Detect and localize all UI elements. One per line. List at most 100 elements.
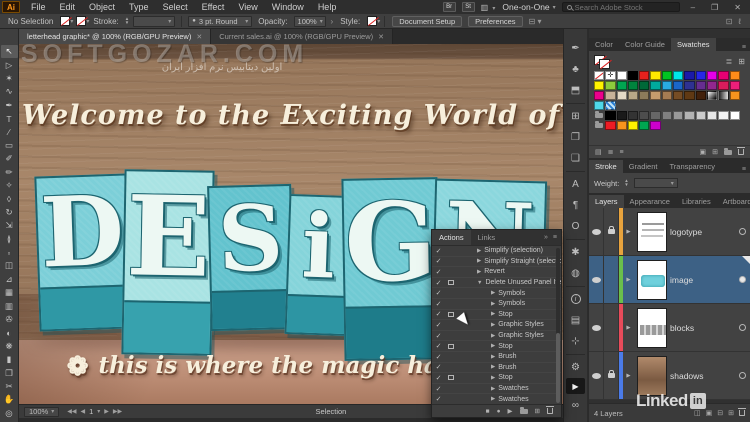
actions-tab-links[interactable]: Links <box>471 230 503 245</box>
menu-object[interactable]: Object <box>82 0 122 14</box>
dialog-toggle[interactable] <box>445 375 457 381</box>
record-icon[interactable]: ● <box>497 408 501 415</box>
swatch-pattern[interactable] <box>605 101 616 110</box>
brushes-panel-icon[interactable]: ✒ <box>565 38 586 58</box>
swatch-color[interactable] <box>695 91 706 100</box>
list-view-icon[interactable]: ≣ <box>726 57 733 66</box>
delete-swatch-icon[interactable] <box>737 147 745 155</box>
bridge-button[interactable]: Br <box>442 2 456 12</box>
visibility-toggle[interactable] <box>589 352 604 399</box>
arrange-documents-icon[interactable]: ▥ ▾ <box>481 3 497 12</box>
swatch-color[interactable] <box>639 71 650 80</box>
swatch-color[interactable] <box>650 91 661 100</box>
swatch-color[interactable] <box>627 81 639 90</box>
expand-layer-icon[interactable]: ▶ <box>623 304 634 351</box>
layer-row-logotype[interactable]: ▶ logotype <box>589 208 750 256</box>
slice-tool[interactable]: ✂ <box>1 380 18 393</box>
swatch-color[interactable] <box>684 111 695 120</box>
stroke-tab-gradient[interactable]: Gradient <box>623 160 664 173</box>
action-row[interactable]: ✓ ▶ Stop <box>432 341 561 352</box>
action-row[interactable]: ✓ ▶ Brush <box>432 363 561 374</box>
dialog-toggle[interactable] <box>445 311 457 317</box>
document-tab-2[interactable]: Current sales.ai @ 100% (RGB/GPU Preview… <box>211 29 394 44</box>
stroke-panel-menu-icon[interactable]: ≡ <box>742 166 750 173</box>
swatch-color[interactable] <box>639 81 650 90</box>
toggle-item-check[interactable]: ✓ <box>432 363 445 371</box>
layer-name[interactable]: blocks <box>670 304 734 351</box>
swatch-color[interactable] <box>639 121 650 130</box>
workspace-switcher[interactable]: One-on-One ▾ <box>502 2 555 12</box>
fill-swatch[interactable] <box>60 16 71 26</box>
lock-toggle[interactable] <box>604 304 619 351</box>
artboard-navigation[interactable]: ◀◀ ◀ 1 ▾ ▶ ▶▶ <box>67 407 122 416</box>
layers-tab-layers[interactable]: Layers <box>589 195 624 208</box>
swatch-color[interactable] <box>695 111 706 120</box>
width-tool[interactable]: ≬ <box>1 232 18 245</box>
new-swatch-icon[interactable]: ⊞ <box>712 148 718 156</box>
toggle-item-check[interactable]: ✓ <box>432 385 445 393</box>
layer-name[interactable]: image <box>670 256 734 303</box>
swatch-color[interactable] <box>729 111 740 120</box>
actions-scrollbar[interactable] <box>556 248 560 403</box>
action-row[interactable]: ✓ ▶ Graphic Styles <box>432 331 561 342</box>
hand-tool[interactable]: ✋ <box>1 393 18 406</box>
swatch-color[interactable] <box>616 91 627 100</box>
minimize-button[interactable]: – <box>686 3 700 12</box>
stop-icon[interactable]: ■ <box>486 408 490 415</box>
scale-tool[interactable]: ⇲ <box>1 219 18 232</box>
swatch-color[interactable] <box>673 81 684 90</box>
new-set-folder-icon[interactable] <box>519 406 528 414</box>
blend-tool[interactable]: ◐ <box>1 326 18 339</box>
action-row[interactable]: ✓▼Delete Unused Panel Items <box>432 278 561 328</box>
swatch-color[interactable] <box>706 111 718 120</box>
swatches-tab-color-guide[interactable]: Color Guide <box>619 38 671 51</box>
target-circle-icon[interactable] <box>738 276 746 283</box>
swatch-color[interactable] <box>627 71 639 80</box>
swatch-registration[interactable]: ✛ <box>605 71 616 80</box>
gpu-performance-icon[interactable]: ℓ <box>735 17 744 26</box>
stroke-weight-field[interactable]: ▾ <box>133 15 176 27</box>
make-mask-icon[interactable]: ▣ <box>706 409 713 417</box>
type-tool[interactable]: T <box>1 112 18 125</box>
swatch-color[interactable] <box>639 91 650 100</box>
free-transform-tool[interactable]: ▫ <box>1 246 18 259</box>
action-row[interactable]: ✓ ▶ Symbols <box>432 288 561 299</box>
toggle-item-check[interactable]: ✓ <box>432 268 445 276</box>
play-icon[interactable]: ▶ <box>508 407 513 415</box>
rectangle-tool[interactable]: ▭ <box>1 139 18 152</box>
line-segment-tool[interactable]: ∕ <box>1 125 18 138</box>
action-row[interactable]: ✓ ▶ Stop <box>432 310 561 321</box>
toggle-item-check[interactable]: ✓ <box>432 257 445 265</box>
swatches-panel-menu-icon[interactable]: ≡ <box>742 44 750 51</box>
visibility-toggle[interactable] <box>589 256 604 303</box>
gradient-tool[interactable]: ▥ <box>1 299 18 312</box>
info-panel-icon[interactable]: i <box>565 289 586 309</box>
shaper-tool[interactable]: ✧ <box>1 179 18 192</box>
perspective-grid-tool[interactable]: ⊿ <box>1 273 18 286</box>
glyphs-panel-icon[interactable]: ✱ <box>565 242 586 262</box>
swatch-color[interactable] <box>650 81 661 90</box>
swatch-color[interactable] <box>684 71 695 80</box>
menu-select[interactable]: Select <box>156 0 195 14</box>
close-tab-icon[interactable]: ✕ <box>378 33 384 41</box>
swatch-color[interactable] <box>695 71 706 80</box>
swatch-color[interactable] <box>706 71 718 80</box>
swatch-gradient[interactable] <box>706 91 718 100</box>
swatches-tab-swatches[interactable]: Swatches <box>670 38 716 51</box>
weight-field[interactable]: ▾ <box>633 178 678 188</box>
swatch-group-folder[interactable] <box>594 111 604 120</box>
swatch-color[interactable] <box>639 111 650 120</box>
toggle-item-check[interactable]: ✓ <box>432 332 445 340</box>
toggle-item-check[interactable]: ✓ <box>432 289 445 297</box>
swatch-color[interactable] <box>718 81 729 90</box>
target-circle-icon[interactable] <box>738 228 746 235</box>
layer-row-blocks[interactable]: ▶ blocks <box>589 304 750 352</box>
pencil-tool[interactable]: ✏ <box>1 166 18 179</box>
swatch-color[interactable] <box>650 71 661 80</box>
swatch-color[interactable] <box>627 121 639 130</box>
eyedropper-tool[interactable]: ✇ <box>1 313 18 326</box>
swatch-group-folder[interactable] <box>594 121 604 130</box>
document-info-panel-icon[interactable]: ▤ <box>565 310 586 330</box>
swatch-color[interactable] <box>729 91 740 100</box>
toggle-item-check[interactable]: ✓ <box>432 353 445 361</box>
